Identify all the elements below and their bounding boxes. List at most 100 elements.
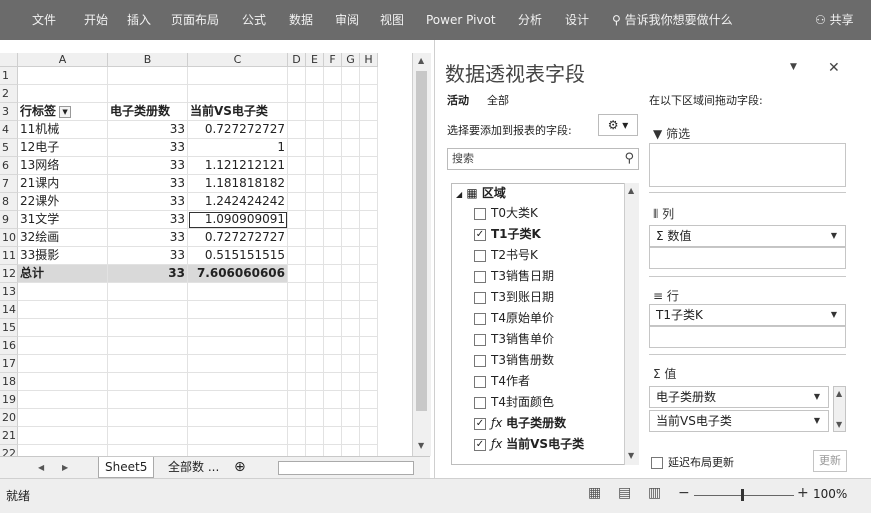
pivot-value-cell[interactable]: 33 bbox=[108, 157, 188, 175]
cell[interactable] bbox=[306, 175, 324, 193]
cell[interactable] bbox=[108, 445, 188, 456]
cell[interactable] bbox=[360, 319, 378, 337]
cell[interactable] bbox=[306, 427, 324, 445]
pivot-header-cell[interactable]: 行标签 ▼ bbox=[18, 103, 108, 121]
zoom-level[interactable]: 100% bbox=[813, 487, 847, 501]
cell[interactable] bbox=[288, 301, 306, 319]
zoom-slider-handle[interactable] bbox=[741, 489, 744, 501]
row-header-5[interactable]: 5 bbox=[0, 139, 18, 157]
cell[interactable] bbox=[342, 157, 360, 175]
cell[interactable] bbox=[288, 391, 306, 409]
row-header-13[interactable]: 13 bbox=[0, 283, 18, 301]
tab-file[interactable]: 文件 bbox=[32, 0, 56, 40]
field-item[interactable]: ✓ ƒx 电子类册数 bbox=[474, 414, 566, 432]
cell[interactable] bbox=[360, 337, 378, 355]
pivot-value-cell[interactable]: 33 bbox=[108, 193, 188, 211]
cell[interactable] bbox=[342, 247, 360, 265]
cell[interactable] bbox=[306, 247, 324, 265]
cell[interactable] bbox=[360, 409, 378, 427]
cell[interactable] bbox=[18, 283, 108, 301]
cell[interactable] bbox=[288, 319, 306, 337]
rows-item-subcategory[interactable]: T1子类K ▼ bbox=[649, 304, 846, 326]
cell[interactable] bbox=[342, 445, 360, 456]
tab-page-layout[interactable]: 页面布局 bbox=[171, 0, 219, 40]
values-scrollbar[interactable]: ▲ ▼ bbox=[833, 386, 846, 432]
pivot-value-cell[interactable]: 0.727272727 bbox=[188, 229, 288, 247]
cell[interactable] bbox=[288, 283, 306, 301]
cell[interactable] bbox=[288, 85, 306, 103]
cell[interactable] bbox=[306, 229, 324, 247]
cell[interactable] bbox=[288, 139, 306, 157]
cell[interactable] bbox=[188, 373, 288, 391]
cell[interactable] bbox=[324, 121, 342, 139]
normal-view-icon[interactable]: ▦ bbox=[588, 485, 601, 501]
cell[interactable] bbox=[288, 103, 306, 121]
cell[interactable] bbox=[288, 121, 306, 139]
cell[interactable] bbox=[288, 229, 306, 247]
cell[interactable] bbox=[188, 445, 288, 456]
select-all-corner[interactable] bbox=[0, 53, 18, 67]
row-header-11[interactable]: 11 bbox=[0, 247, 18, 265]
grand-total-cell[interactable]: 33 bbox=[108, 265, 188, 283]
cell[interactable] bbox=[288, 157, 306, 175]
checkbox-icon[interactable] bbox=[474, 207, 486, 220]
cell[interactable] bbox=[306, 121, 324, 139]
cell[interactable] bbox=[342, 67, 360, 85]
row-header-8[interactable]: 8 bbox=[0, 193, 18, 211]
cell[interactable] bbox=[108, 319, 188, 337]
pivot-value-cell[interactable]: 33 bbox=[108, 175, 188, 193]
row-header-6[interactable]: 6 bbox=[0, 157, 18, 175]
next-sheet-icon[interactable]: ▶ bbox=[62, 463, 68, 472]
row-header-4[interactable]: 4 bbox=[0, 121, 18, 139]
cell[interactable] bbox=[324, 229, 342, 247]
cell[interactable] bbox=[306, 355, 324, 373]
cell[interactable] bbox=[360, 283, 378, 301]
share-button[interactable]: ⚇ 共享 bbox=[815, 0, 854, 40]
cell[interactable] bbox=[108, 355, 188, 373]
cell[interactable] bbox=[342, 211, 360, 229]
cell[interactable] bbox=[306, 85, 324, 103]
field-list-scrollbar[interactable]: ▲ ▼ bbox=[624, 183, 639, 465]
cell[interactable] bbox=[306, 319, 324, 337]
zoom-out-icon[interactable]: − bbox=[678, 485, 690, 501]
field-item[interactable]: T3销售册数 bbox=[474, 351, 554, 369]
cell[interactable] bbox=[360, 67, 378, 85]
cell[interactable] bbox=[288, 211, 306, 229]
tab-home[interactable]: 开始 bbox=[84, 0, 108, 40]
cell[interactable] bbox=[342, 103, 360, 121]
cell[interactable] bbox=[108, 427, 188, 445]
cell[interactable] bbox=[288, 193, 306, 211]
pivot-row-label[interactable]: 32绘画 bbox=[18, 229, 108, 247]
cell[interactable] bbox=[288, 373, 306, 391]
pivot-value-cell[interactable]: 0.727272727 bbox=[188, 121, 288, 139]
cell[interactable] bbox=[188, 409, 288, 427]
cell[interactable] bbox=[342, 265, 360, 283]
tab-insert[interactable]: 插入 bbox=[127, 0, 151, 40]
cell[interactable] bbox=[18, 445, 108, 456]
pivot-value-cell[interactable]: 33 bbox=[108, 139, 188, 157]
cell[interactable] bbox=[108, 301, 188, 319]
pivot-header-cell[interactable]: 当前VS电子类 bbox=[188, 103, 288, 121]
cell[interactable] bbox=[306, 103, 324, 121]
cell[interactable] bbox=[360, 427, 378, 445]
cell[interactable] bbox=[306, 139, 324, 157]
pivot-value-cell[interactable]: 1.181818182 bbox=[188, 175, 288, 193]
cell[interactable] bbox=[324, 427, 342, 445]
cell[interactable] bbox=[342, 409, 360, 427]
prev-sheet-icon[interactable]: ◀ bbox=[38, 463, 44, 472]
cell[interactable] bbox=[18, 85, 108, 103]
field-item[interactable]: T3销售单价 bbox=[474, 330, 554, 348]
pivot-value-cell[interactable]: 1.121212121 bbox=[188, 157, 288, 175]
row-header-2[interactable]: 2 bbox=[0, 85, 18, 103]
cell[interactable] bbox=[18, 373, 108, 391]
cell[interactable] bbox=[288, 175, 306, 193]
cell[interactable] bbox=[342, 85, 360, 103]
checkbox-icon[interactable] bbox=[651, 457, 663, 469]
row-header-22[interactable]: 22 bbox=[0, 445, 18, 456]
zoom-in-icon[interactable]: + bbox=[797, 485, 809, 501]
tab-active-fields[interactable]: 活动 bbox=[447, 92, 469, 108]
cell[interactable] bbox=[188, 301, 288, 319]
pivot-value-cell[interactable]: 0.515151515 bbox=[188, 247, 288, 265]
column-header-e[interactable]: E bbox=[306, 53, 324, 67]
defer-layout-update-checkbox[interactable]: 延迟布局更新 bbox=[651, 454, 734, 470]
